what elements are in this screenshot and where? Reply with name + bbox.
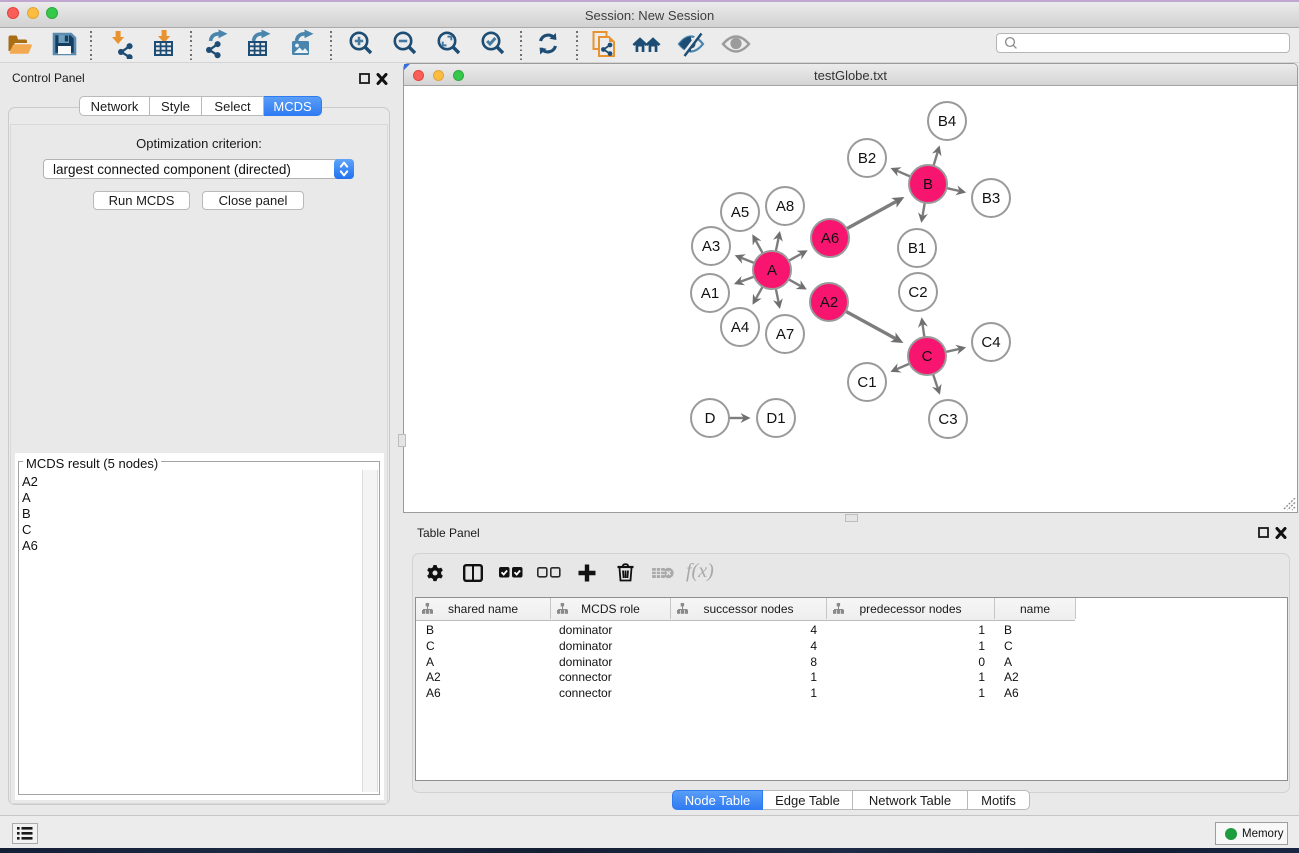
svg-text:B4: B4	[938, 113, 956, 130]
svg-text:C2: C2	[908, 284, 927, 301]
svg-text:B3: B3	[982, 190, 1000, 207]
svg-text:D1: D1	[766, 410, 785, 427]
svg-text:A4: A4	[731, 319, 749, 336]
svg-text:C4: C4	[981, 334, 1000, 351]
svg-text:A1: A1	[701, 285, 719, 302]
svg-text:C1: C1	[857, 374, 876, 391]
svg-text:A3: A3	[702, 238, 720, 255]
svg-text:C: C	[922, 348, 933, 365]
svg-text:A7: A7	[776, 326, 794, 343]
svg-text:A8: A8	[776, 198, 794, 215]
svg-text:B1: B1	[908, 240, 926, 257]
svg-text:B: B	[923, 176, 933, 193]
svg-text:A6: A6	[821, 230, 839, 247]
svg-text:A: A	[767, 262, 777, 279]
svg-text:A5: A5	[731, 204, 749, 221]
svg-text:A2: A2	[820, 294, 838, 311]
svg-text:C3: C3	[938, 411, 957, 428]
svg-text:D: D	[705, 410, 716, 427]
svg-text:B2: B2	[858, 150, 876, 167]
